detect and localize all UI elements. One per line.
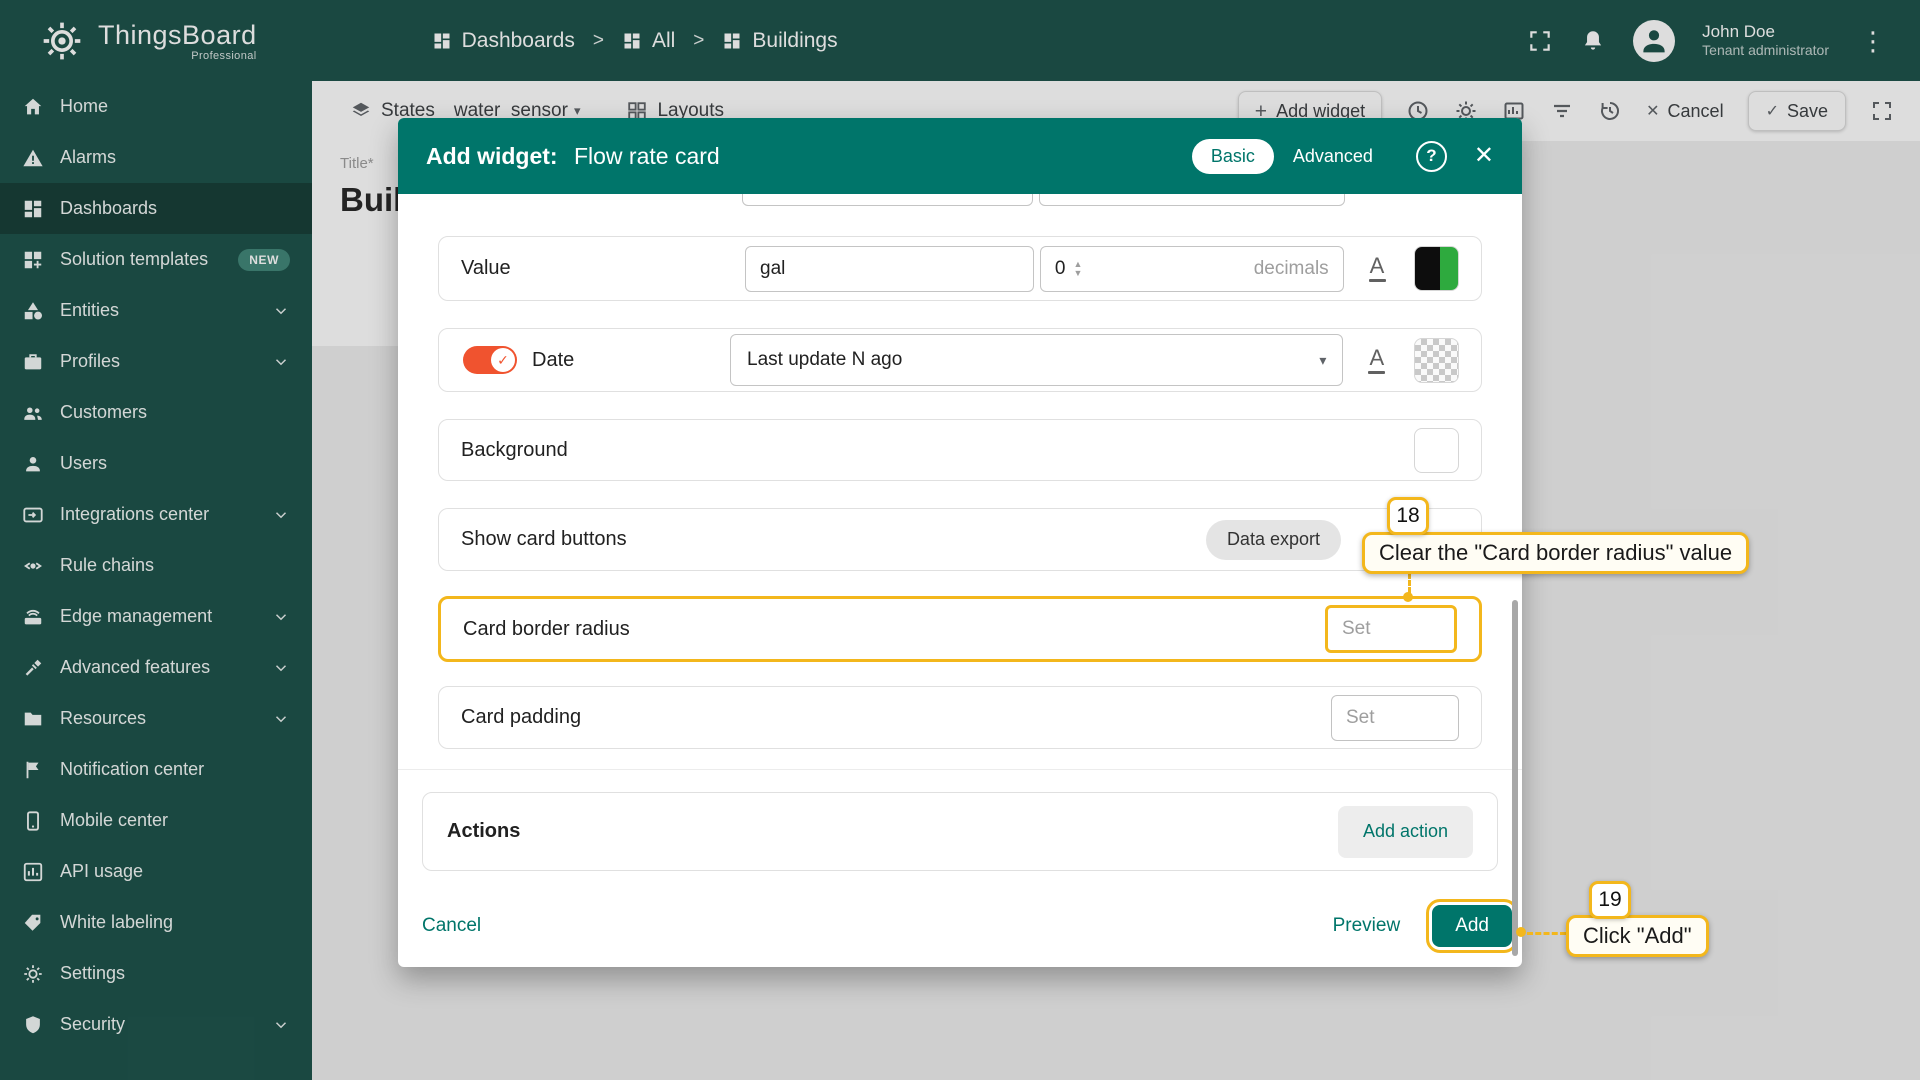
value-color-swatch[interactable]: [1414, 246, 1459, 291]
modal-title: Add widget: Flow rate card: [426, 143, 720, 170]
date-settings-row: ✓ Date Last update N ago ▾ A: [438, 328, 1482, 392]
decimals-value: 0: [1054, 257, 1066, 279]
toggle-thumb: ✓: [491, 348, 515, 372]
date-format-value: Last update N ago: [747, 349, 903, 370]
format-text-icon: A: [1369, 253, 1385, 278]
decimals-input[interactable]: 0 ▲ ▼ decimals: [1039, 245, 1344, 292]
step-19-connector: [1527, 932, 1566, 935]
step-19-badge: 19: [1589, 881, 1631, 919]
page: ThingsBoard Professional Dashboards > Al…: [0, 0, 1920, 1080]
step-18-callout: Clear the "Card border radius" value: [1362, 532, 1750, 574]
card-padding-label: Card padding: [461, 706, 582, 728]
value-font-settings-button[interactable]: A: [1356, 247, 1399, 290]
value-settings-row: Value gal 0 ▲ ▼ decimals A: [438, 236, 1482, 301]
date-color-swatch[interactable]: [1414, 337, 1460, 383]
question-icon: ?: [1426, 146, 1437, 165]
tab-basic[interactable]: Basic: [1191, 138, 1274, 174]
card-buttons-row: Show card buttons Data export: [438, 508, 1482, 571]
card-border-radius-input[interactable]: Set: [1325, 605, 1457, 653]
modal-footer-right: Preview Add: [1333, 899, 1518, 953]
modal-header: Add widget: Flow rate card Basic Advance…: [398, 118, 1522, 194]
step-19-dot: [1516, 927, 1526, 937]
add-widget-modal: Add widget: Flow rate card Basic Advance…: [398, 118, 1522, 967]
card-buttons-label: Show card buttons: [461, 528, 627, 550]
caret-down-icon: ▾: [1319, 351, 1327, 368]
modal-body: Value gal 0 ▲ ▼ decimals A ✓ Date Last u…: [398, 194, 1522, 967]
actions-label: Actions: [447, 820, 521, 842]
modal-footer: Cancel Preview Add: [422, 899, 1518, 953]
modal-cancel-button[interactable]: Cancel: [422, 915, 481, 937]
value-units-input[interactable]: gal: [745, 245, 1034, 292]
number-stepper[interactable]: ▲ ▼: [1073, 260, 1082, 277]
settings-mode-tabs: Basic Advanced: [1191, 138, 1386, 174]
modal-scrollbar-thumb[interactable]: [1512, 600, 1518, 956]
date-font-settings-button[interactable]: A: [1355, 339, 1398, 382]
add-button[interactable]: Add: [1426, 899, 1518, 953]
card-padding-input[interactable]: Set: [1331, 694, 1459, 741]
decimals-placeholder: decimals: [1253, 257, 1329, 279]
modal-close-icon[interactable]: ✕: [1474, 144, 1494, 168]
stepper-down-icon[interactable]: ▼: [1073, 268, 1082, 278]
actions-section: Actions Add action: [422, 792, 1498, 871]
scrolled-row-clipped: [438, 194, 1482, 208]
value-label: Value: [461, 257, 511, 279]
modal-title-prefix: Add widget:: [426, 142, 558, 169]
card-padding-row: Card padding Set: [438, 686, 1482, 749]
step-18-dot: [1403, 592, 1413, 602]
format-text-underline: [1368, 279, 1386, 282]
card-border-radius-label: Card border radius: [463, 617, 630, 640]
step-18-badge: 18: [1387, 497, 1429, 535]
preview-button[interactable]: Preview: [1333, 915, 1401, 937]
clipped-input[interactable]: [1039, 194, 1345, 206]
divider: [398, 769, 1522, 770]
tab-advanced[interactable]: Advanced: [1280, 139, 1386, 174]
help-button[interactable]: ?: [1415, 140, 1447, 172]
data-export-chip[interactable]: Data export: [1205, 519, 1341, 560]
check-icon: ✓: [497, 351, 509, 368]
background-color-swatch[interactable]: [1414, 427, 1459, 473]
date-toggle[interactable]: ✓: [463, 346, 517, 374]
background-settings-row: Background: [438, 419, 1482, 481]
clipped-input[interactable]: [742, 194, 1033, 206]
date-label: Date: [532, 348, 575, 371]
format-text-underline: [1368, 370, 1386, 374]
add-action-button[interactable]: Add action: [1337, 805, 1473, 858]
step-18-connector: [1408, 573, 1411, 593]
card-border-radius-row: Card border radius Set: [438, 596, 1482, 662]
modal-widget-name: Flow rate card: [573, 142, 720, 169]
background-label: Background: [461, 438, 568, 461]
step-19-callout: Click "Add": [1566, 915, 1709, 957]
date-format-select[interactable]: Last update N ago ▾: [730, 334, 1344, 386]
format-text-icon: A: [1369, 344, 1385, 370]
